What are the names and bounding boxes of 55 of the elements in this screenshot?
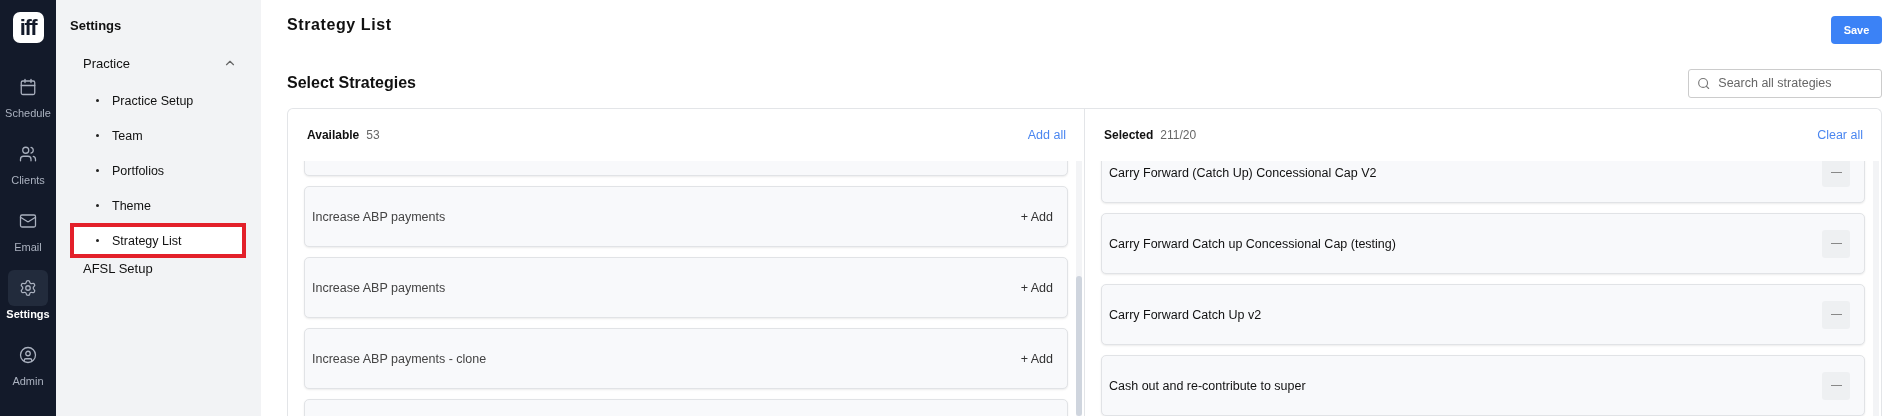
mail-icon <box>19 212 37 230</box>
app-logo: iff <box>12 12 44 43</box>
strategy-name: Increase ABP payments - clone <box>312 351 487 366</box>
bullet-icon <box>96 99 99 102</box>
count: 53 <box>366 128 380 142</box>
strategy-name: Carry Forward (Catch Up) Concessional Cap V2 <box>1109 165 1377 180</box>
nav-label: Email <box>14 241 42 253</box>
save-button[interactable]: Save <box>1831 16 1882 44</box>
section-title: Select Strategies <box>287 74 416 92</box>
strategy-name: Cash out and re-contribute to super <box>1109 378 1306 393</box>
add-button[interactable]: + Add <box>1020 209 1053 224</box>
sidebar-group[interactable]: AFSL Setup <box>70 258 247 278</box>
nav-label: Settings <box>6 308 50 320</box>
remove-button[interactable] <box>1822 371 1850 400</box>
strategy-name: Carry Forward Catch up Concessional Cap (testing) <box>1109 236 1396 251</box>
remove-button[interactable] <box>1822 229 1850 258</box>
bullet-icon <box>96 204 99 207</box>
search-icon <box>1697 75 1711 91</box>
column-title: Available <box>307 128 360 142</box>
users-icon <box>19 145 37 163</box>
column-title: Selected <box>1104 128 1154 142</box>
minus-icon <box>1830 313 1842 316</box>
strategy-name: Carry Forward Catch Up v2 <box>1109 307 1262 322</box>
calendar-icon <box>19 78 37 96</box>
nav-label: Clients <box>11 174 45 186</box>
user-icon <box>19 346 37 364</box>
add-button[interactable]: + Add <box>1020 280 1053 295</box>
bullet-icon <box>96 169 99 172</box>
search-box[interactable]: Search all strategies <box>1688 68 1882 98</box>
add-all-link[interactable]: Add all <box>1027 128 1066 142</box>
count: 211/20 <box>1160 128 1197 142</box>
bullet-icon <box>96 134 99 137</box>
minus-icon <box>1830 242 1842 245</box>
minus-icon <box>1830 384 1842 387</box>
remove-button[interactable] <box>1822 300 1850 329</box>
strategy-name: Increase ABP payments <box>312 280 446 295</box>
clear-all-link[interactable]: Clear all <box>1817 128 1863 142</box>
minus-icon <box>1830 171 1842 174</box>
nav-label: Admin <box>12 375 44 387</box>
sidebar-item[interactable]: Theme <box>70 188 246 223</box>
sidebar-item[interactable]: Practice Setup <box>70 83 246 118</box>
nav-label: Schedule <box>5 107 51 119</box>
add-button[interactable]: + Add <box>1020 351 1053 366</box>
sidebar-item[interactable]: Strategy List <box>70 223 246 258</box>
remove-button[interactable] <box>1822 161 1850 187</box>
page-title: Strategy List <box>287 16 392 34</box>
sidebar-group[interactable]: Practice <box>70 53 247 73</box>
nav-button[interactable] <box>8 270 48 306</box>
sidebar-item[interactable]: Team <box>70 118 246 153</box>
sidebar-item[interactable]: Portfolios <box>70 153 246 188</box>
bullet-icon <box>96 239 99 242</box>
settings-icon <box>19 279 37 297</box>
sidebar-title: Settings <box>70 18 123 33</box>
strategy-name: Increase ABP payments <box>312 209 446 224</box>
scrollbar[interactable] <box>1076 161 1082 416</box>
